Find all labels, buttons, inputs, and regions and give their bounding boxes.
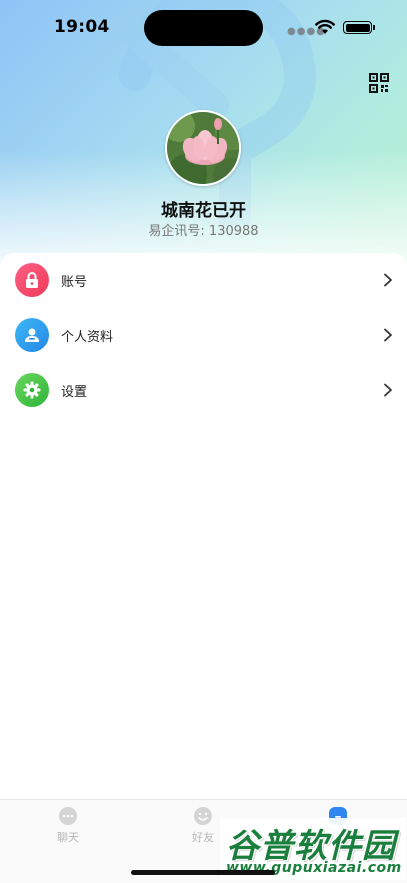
chevron-right-icon <box>384 328 392 342</box>
menu-card: 账号 个人资料 设置 <box>0 253 407 801</box>
status-bar: 19:04 ●●●● <box>0 0 407 54</box>
status-time: 19:04 <box>54 17 110 37</box>
lock-icon <box>15 263 49 297</box>
home-indicator[interactable] <box>131 870 275 875</box>
avatar[interactable] <box>165 110 241 186</box>
gear-icon <box>15 373 49 407</box>
menu-item-label: 个人资料 <box>61 330 114 345</box>
profile-name: 城南花已开 <box>161 201 246 221</box>
person-icon <box>15 318 49 352</box>
menu-item-settings[interactable]: 设置 <box>0 363 407 418</box>
tab-chat[interactable]: 聊天 <box>18 806 118 856</box>
menu-item-profile[interactable]: 个人资料 <box>0 308 407 363</box>
smile-icon <box>194 807 212 825</box>
chevron-right-icon <box>384 383 392 397</box>
chat-icon <box>59 807 77 825</box>
menu-item-label: 账号 <box>61 275 88 290</box>
menu-item-account[interactable]: 账号 <box>0 253 407 308</box>
battery-cap <box>373 25 375 30</box>
tab-label: 聊天 <box>57 831 79 844</box>
qr-code-icon[interactable] <box>369 73 389 93</box>
battery-icon <box>343 21 372 34</box>
chevron-right-icon <box>384 273 392 287</box>
profile-screen: 19:04 ●●●● 城南花已开 易企讯号: 130988 账号 个人资料 设置… <box>0 0 407 883</box>
menu-item-label: 设置 <box>61 385 88 400</box>
dynamic-island <box>144 10 263 46</box>
profile-id: 易企讯号: 130988 <box>148 224 259 239</box>
wifi-icon <box>315 19 335 34</box>
